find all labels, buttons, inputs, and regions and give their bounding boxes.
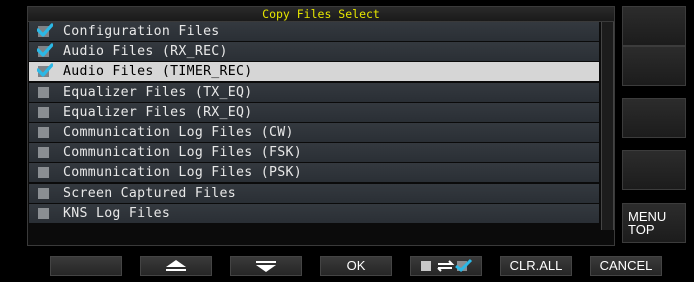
side-button-1[interactable]	[622, 6, 686, 46]
move-up-button[interactable]	[140, 256, 212, 276]
up-arrow-icon	[166, 260, 186, 271]
side-button-3[interactable]	[622, 98, 686, 138]
file-type-row[interactable]: Audio Files (TIMER_REC)	[29, 62, 599, 82]
file-type-label: Communication Log Files (PSK)	[63, 165, 302, 181]
file-type-row[interactable]: Communication Log Files (FSK)	[29, 143, 599, 163]
down-arrow-icon	[256, 261, 276, 272]
unchecked-checkbox-icon[interactable]	[38, 207, 49, 219]
side-button-4[interactable]	[622, 150, 686, 190]
dialog-title: Copy Files Select	[28, 7, 614, 22]
file-type-label: Audio Files (RX_REC)	[63, 44, 228, 60]
file-type-list: Configuration Files Audio Files (RX_REC) A…	[29, 22, 599, 224]
toggle-check-icon	[421, 258, 473, 273]
scrollbar[interactable]	[601, 22, 614, 230]
file-type-row[interactable]: KNS Log Files	[29, 203, 599, 223]
file-type-row[interactable]: Screen Captured Files	[29, 183, 599, 203]
checked-checkbox-icon[interactable]	[37, 23, 53, 37]
clear-all-button[interactable]: CLR.ALL	[500, 256, 572, 276]
unchecked-checkbox-icon[interactable]	[38, 167, 49, 179]
file-type-label: Equalizer Files (TX_EQ)	[63, 84, 253, 100]
file-type-label: KNS Log Files	[63, 205, 171, 221]
unchecked-checkbox-icon[interactable]	[38, 147, 49, 159]
file-type-label: Communication Log Files (FSK)	[63, 145, 302, 161]
blank-soft-key[interactable]	[50, 256, 122, 276]
file-type-row[interactable]: Equalizer Files (TX_EQ)	[29, 82, 599, 102]
copy-files-panel: Copy Files Select Configuration Files Aud…	[27, 6, 615, 246]
toggle-check-button[interactable]	[410, 256, 482, 276]
file-type-label: Audio Files (TIMER_REC)	[63, 64, 253, 80]
file-type-label: Configuration Files	[63, 24, 220, 39]
move-down-button[interactable]	[230, 256, 302, 276]
menu-top-button[interactable]: MENU TOP	[622, 203, 686, 243]
ok-button[interactable]: OK	[320, 256, 392, 276]
file-type-label: Equalizer Files (RX_EQ)	[63, 104, 253, 120]
soft-key-bar: OK CLR.ALL CANCEL	[30, 256, 664, 276]
file-type-row[interactable]: Communication Log Files (PSK)	[29, 163, 599, 183]
unchecked-checkbox-icon[interactable]	[38, 187, 49, 199]
menu-top-label: MENU TOP	[628, 209, 667, 237]
file-type-row[interactable]: Equalizer Files (RX_EQ)	[29, 102, 599, 122]
file-type-row[interactable]: Audio Files (RX_REC)	[29, 42, 599, 62]
unchecked-checkbox-icon[interactable]	[38, 86, 49, 98]
checked-checkbox-icon[interactable]	[37, 63, 53, 78]
checked-checkbox-icon[interactable]	[37, 43, 53, 58]
file-type-row[interactable]: Configuration Files	[29, 22, 599, 41]
unchecked-checkbox-icon[interactable]	[38, 106, 49, 118]
file-type-row[interactable]: Communication Log Files (CW)	[29, 122, 599, 142]
file-type-label: Screen Captured Files	[63, 185, 237, 201]
cancel-button[interactable]: CANCEL	[590, 256, 662, 276]
unchecked-checkbox-icon[interactable]	[38, 126, 49, 138]
file-type-label: Communication Log Files (CW)	[63, 124, 294, 140]
side-button-2[interactable]	[622, 46, 686, 86]
